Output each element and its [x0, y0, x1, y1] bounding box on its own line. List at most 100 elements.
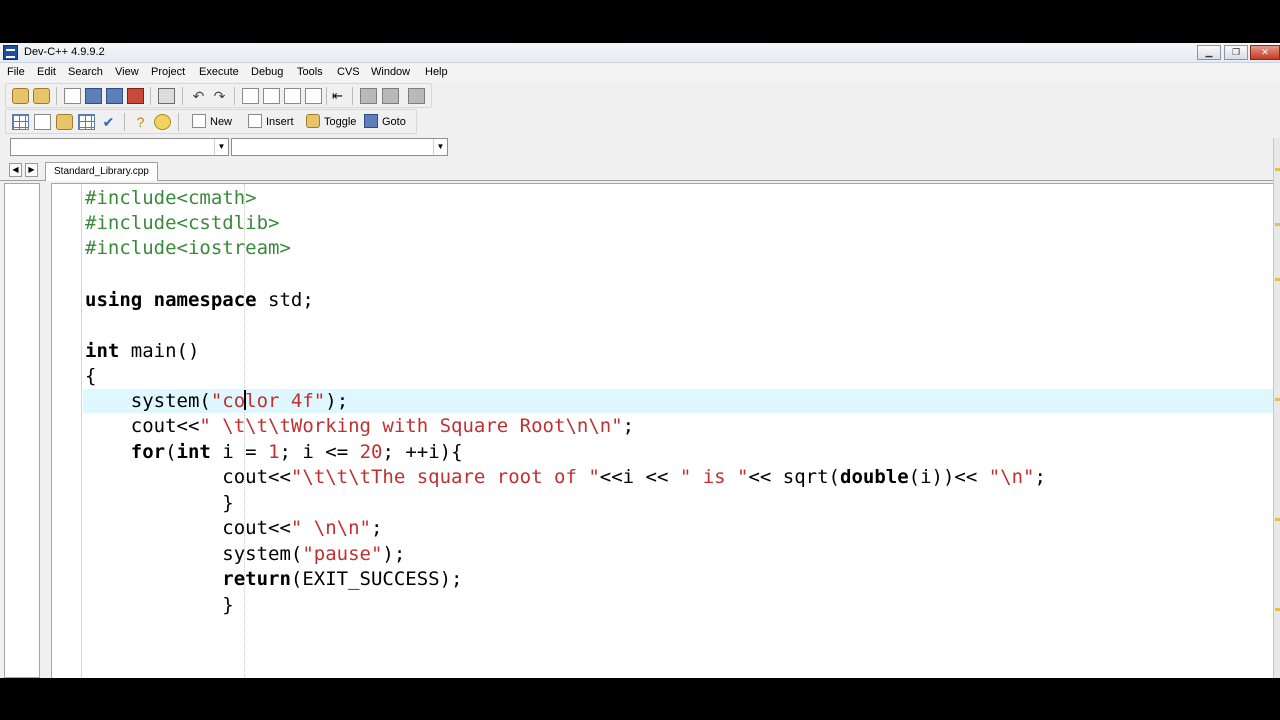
code-text: ;	[1034, 466, 1046, 488]
string-literal: "\n"	[988, 466, 1035, 488]
help-icon[interactable]: ?	[132, 114, 149, 130]
new-file-icon[interactable]	[64, 88, 81, 104]
project-browser-panel[interactable]	[4, 183, 40, 678]
toggle-button[interactable]: Toggle	[306, 113, 356, 131]
code-line[interactable]: system("pause");	[85, 542, 405, 567]
code-text: std;	[256, 289, 314, 311]
code-line[interactable]: #include<cstdlib>	[85, 211, 279, 236]
about-icon[interactable]	[154, 114, 171, 130]
menu-help[interactable]: Help	[425, 66, 448, 78]
menu-project[interactable]: Project	[151, 66, 185, 78]
keyword: for	[85, 441, 166, 463]
string-literal: "\t\t\tThe square root of "	[290, 466, 600, 488]
code-line[interactable]: using namespace std;	[85, 288, 314, 313]
redo-icon[interactable]: ↷	[211, 88, 228, 104]
code-line-current[interactable]: system("color 4f");	[85, 389, 348, 414]
code-line[interactable]: int main()	[85, 339, 199, 364]
project-icon[interactable]	[12, 88, 29, 104]
menu-window[interactable]: Window	[371, 66, 410, 78]
minimize-button[interactable]: ▁	[1197, 45, 1221, 60]
code-line[interactable]: }	[85, 593, 234, 618]
code-text: ;	[622, 415, 635, 437]
code-text: system(	[85, 390, 211, 412]
code-line[interactable]: }	[85, 491, 233, 516]
new-bookmark-button[interactable]: New	[192, 113, 232, 131]
open-folder-icon[interactable]	[33, 88, 50, 104]
print-icon[interactable]	[158, 88, 175, 104]
keyword: double	[840, 466, 909, 488]
keyword: return	[85, 568, 291, 590]
toolbar-separator	[182, 87, 183, 105]
title-bar[interactable]: Dev-C++ 4.9.9.2 ▁ ❐ ✕	[0, 43, 1280, 63]
code-text: ;	[370, 517, 383, 539]
keyword: int	[176, 441, 211, 463]
debug-icon[interactable]	[408, 88, 425, 104]
goto-label: Goto	[382, 116, 406, 128]
check-icon[interactable]: ✔	[100, 114, 117, 130]
code-line[interactable]: {	[85, 364, 96, 389]
menu-file[interactable]: File	[7, 66, 25, 78]
run-icon[interactable]	[382, 88, 399, 104]
indent-icon[interactable]: ⇤	[332, 88, 344, 104]
code-line[interactable]: #include<iostream>	[85, 236, 291, 261]
member-combo[interactable]: ▼	[231, 138, 448, 156]
code-line[interactable]: cout<<" \t\t\tWorking with Square Root\n…	[85, 414, 634, 439]
class-combo[interactable]: ▼	[10, 138, 229, 156]
dev-cpp-window: Dev-C++ 4.9.9.2 ▁ ❐ ✕ File Edit Search V…	[0, 43, 1280, 678]
code-line[interactable]: cout<<"\t\t\tThe square root of "<<i << …	[85, 465, 1046, 490]
goto-line-icon[interactable]	[305, 88, 322, 104]
tab-next-button[interactable]: ▶	[25, 163, 38, 177]
compile-run-icon[interactable]	[56, 114, 73, 130]
close-file-icon[interactable]	[127, 88, 144, 104]
vertical-scrollbar[interactable]	[1273, 138, 1280, 678]
close-button[interactable]: ✕	[1250, 45, 1280, 60]
close-icon: ✕	[1261, 47, 1269, 57]
menu-tools[interactable]: Tools	[297, 66, 323, 78]
code-line[interactable]: #include<cmath>	[85, 186, 257, 211]
number-literal: 1	[268, 441, 280, 463]
tab-standard-library[interactable]: Standard_Library.cpp	[45, 162, 158, 181]
save-all-icon[interactable]	[106, 88, 123, 104]
code-text: <<i <<	[599, 466, 680, 488]
find-next-icon[interactable]	[284, 88, 301, 104]
code-line[interactable]: return(EXIT_SUCCESS);	[85, 567, 462, 592]
menu-cvs[interactable]: CVS	[337, 66, 360, 78]
insert-button[interactable]: Insert	[248, 113, 294, 131]
string-literal: "pause"	[302, 543, 383, 565]
compile-icon[interactable]	[360, 88, 377, 104]
scroll-marker	[1275, 223, 1280, 226]
keyword: using namespace	[85, 289, 257, 311]
toolbar-separator	[124, 113, 125, 131]
menu-search[interactable]: Search	[68, 66, 103, 78]
menu-view[interactable]: View	[115, 66, 139, 78]
tab-prev-button[interactable]: ◀	[9, 163, 22, 177]
code-text: ; i <=	[279, 441, 360, 463]
chevron-right-icon: ▶	[28, 165, 35, 174]
tiles-icon[interactable]	[78, 114, 95, 130]
menu-edit[interactable]: Edit	[37, 66, 56, 78]
line-gutter	[52, 184, 82, 678]
code-text: }	[85, 594, 234, 616]
find-icon[interactable]	[242, 88, 259, 104]
toolbar-separator	[150, 87, 151, 105]
code-line[interactable]: for(int i = 1; i <= 20; ++i){	[85, 440, 463, 465]
window-icon[interactable]	[34, 114, 51, 130]
chevron-down-icon[interactable]: ▼	[214, 139, 228, 155]
insert-icon	[248, 114, 262, 128]
chevron-down-icon[interactable]: ▼	[433, 139, 447, 155]
toolbar-separator	[352, 87, 353, 105]
replace-icon[interactable]	[263, 88, 280, 104]
code-line[interactable]: cout<<" \n\n";	[85, 516, 382, 541]
chevron-left-icon: ◀	[12, 165, 19, 174]
class-browser-icon[interactable]	[12, 114, 29, 130]
number-literal: 20	[359, 441, 383, 463]
goto-button[interactable]: Goto	[364, 113, 406, 131]
code-text: i =	[210, 441, 269, 463]
code-editor[interactable]: #include<cmath> #include<cstdlib> #inclu…	[51, 183, 1280, 678]
menu-debug[interactable]: Debug	[251, 66, 283, 78]
save-icon[interactable]	[85, 88, 102, 104]
menu-execute[interactable]: Execute	[199, 66, 239, 78]
maximize-button[interactable]: ❐	[1224, 45, 1248, 60]
string-literal: " \t\t\tWorking with Square Root\n\n"	[199, 415, 623, 437]
undo-icon[interactable]: ↶	[190, 88, 207, 104]
